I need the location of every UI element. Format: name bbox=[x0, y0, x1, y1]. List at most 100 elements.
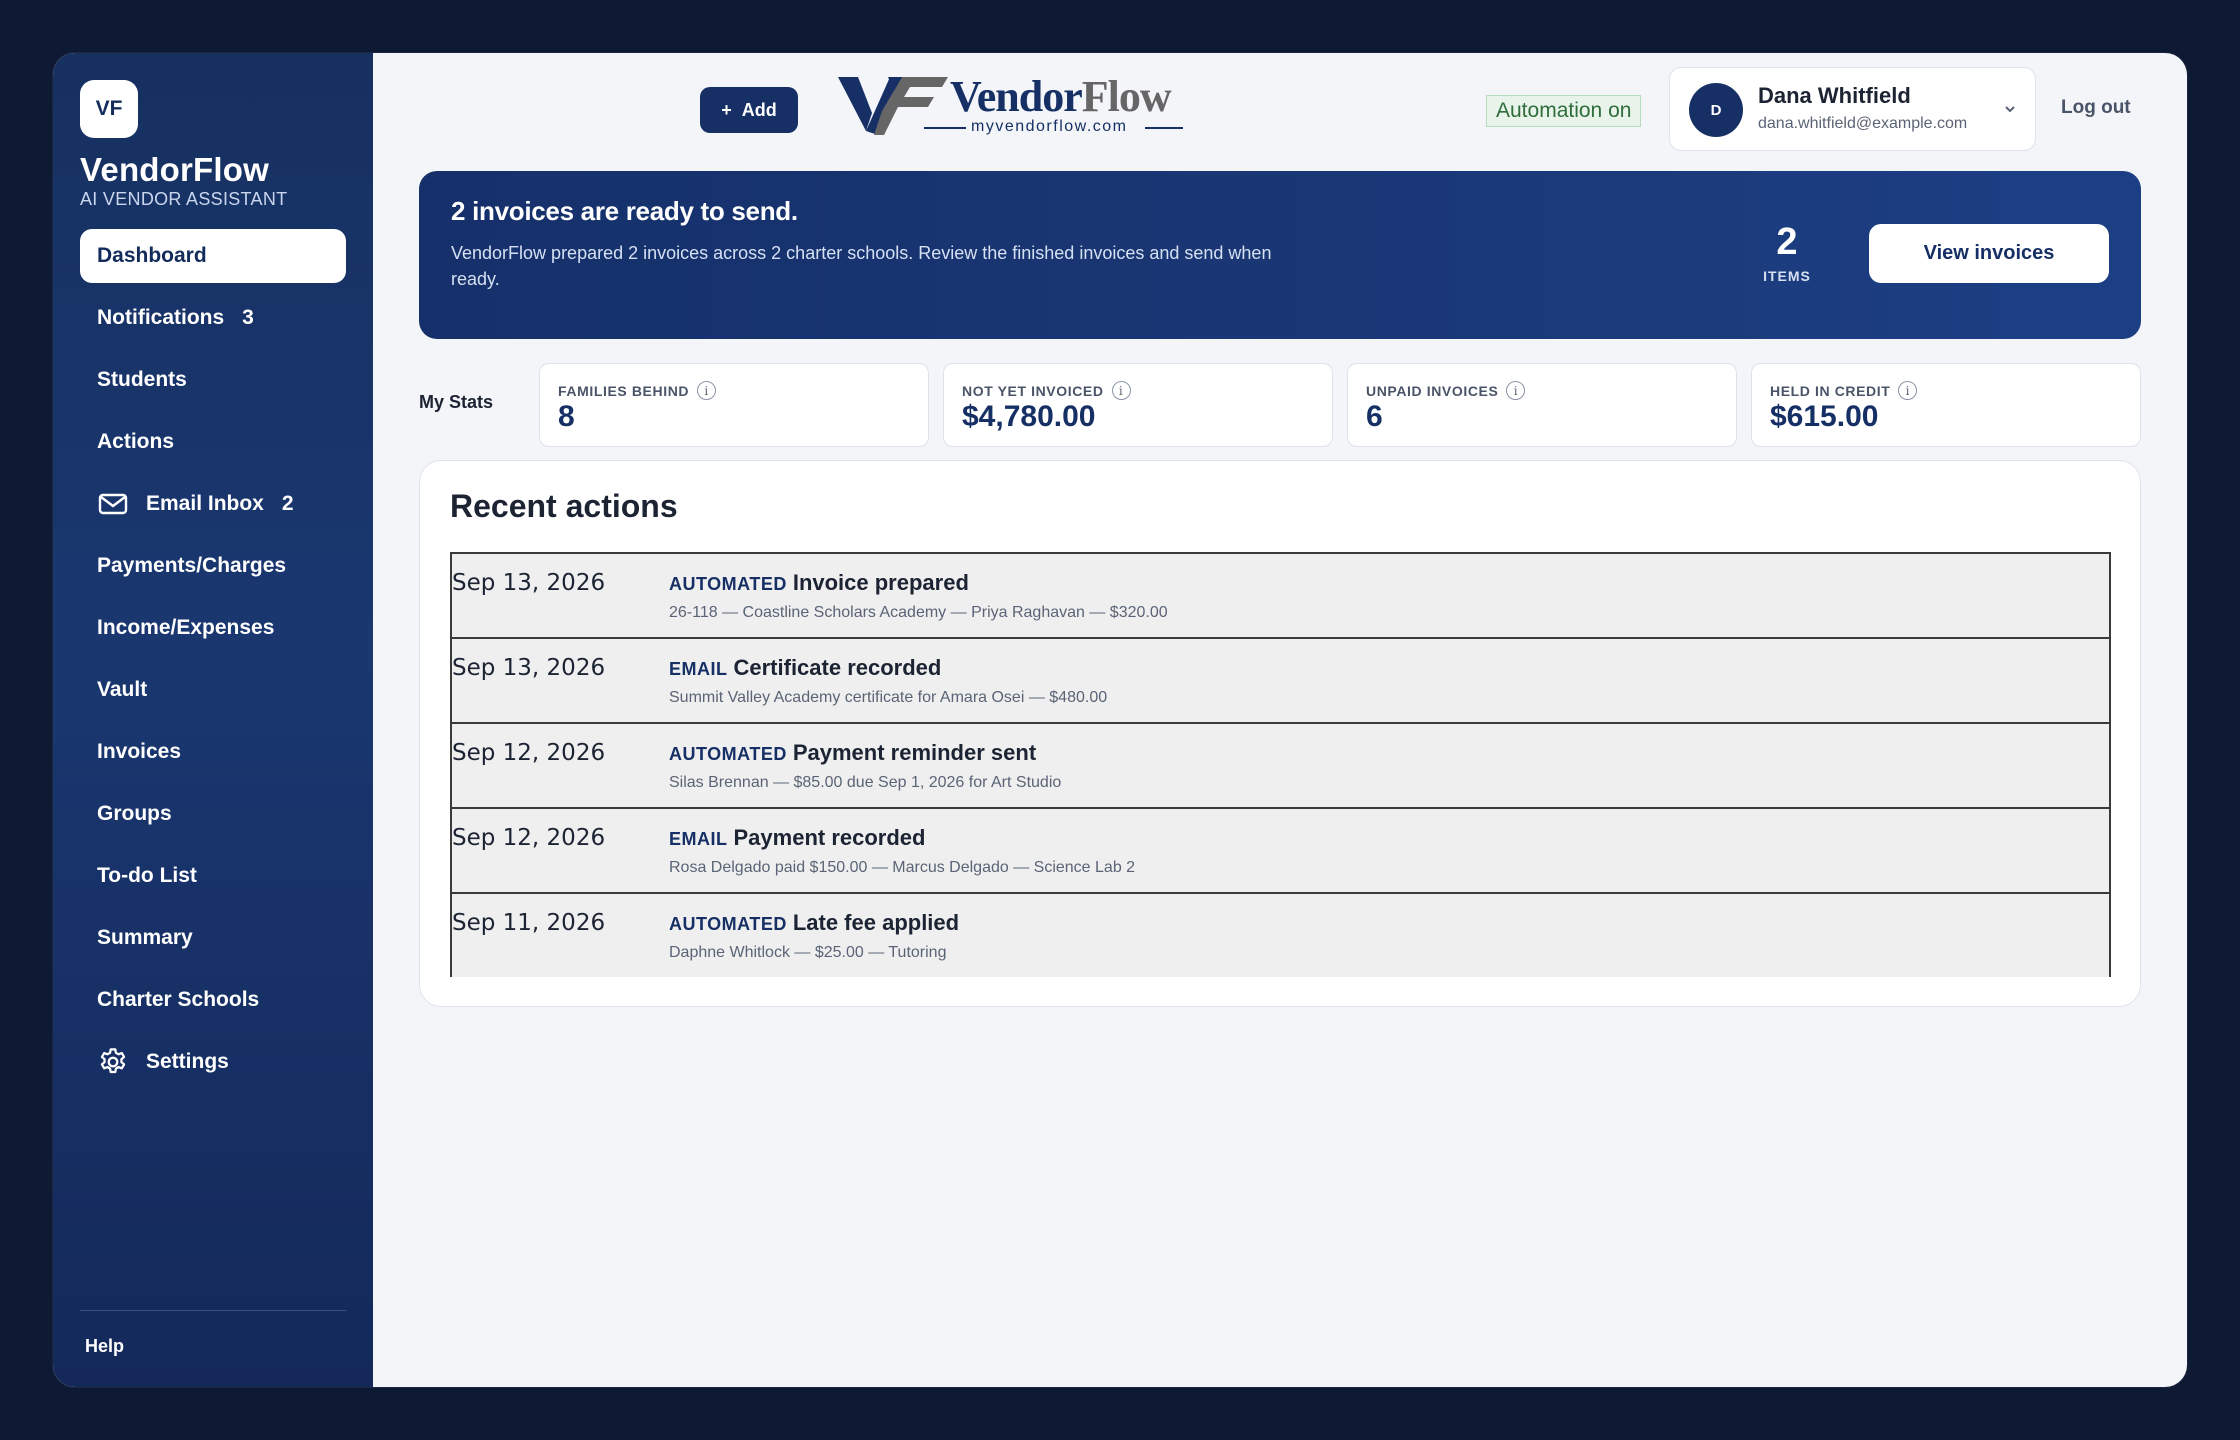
stat-label: FAMILIES BEHIND bbox=[558, 382, 690, 399]
sidebar-item-label: Dashboard bbox=[97, 244, 207, 267]
table-row[interactable]: Sep 11, 2026 AUTOMATED Late fee applied D… bbox=[452, 894, 2109, 977]
table-row[interactable]: Sep 13, 2026 AUTOMATED Invoice prepared 2… bbox=[452, 554, 2109, 639]
row-detail: Daphne Whitlock — $25.00 — Tutoring bbox=[669, 944, 947, 961]
sidebar-item-label: Students bbox=[97, 368, 187, 391]
row-tag: EMAIL bbox=[669, 829, 728, 849]
recent-actions-panel: Recent actions Sep 13, 2026 AUTOMATED Inv… bbox=[419, 460, 2141, 1007]
sidebar-item-todo-list[interactable]: To-do List bbox=[80, 849, 346, 903]
main-content: + Add VendorFlow myvendorflow.com Automa… bbox=[373, 53, 2187, 1387]
user-name: Dana Whitfield bbox=[1758, 83, 1911, 108]
banner-count-label: ITEMS bbox=[1763, 268, 1811, 284]
avatar: D bbox=[1689, 83, 1743, 137]
mail-icon bbox=[97, 488, 129, 520]
row-tag: AUTOMATED bbox=[669, 914, 787, 934]
sidebar-item-label: Settings bbox=[146, 1050, 229, 1073]
stat-card-held-in-credit: HELD IN CREDIT i $615.00 bbox=[1751, 363, 2141, 447]
sidebar-item-label: Notifications bbox=[97, 306, 225, 329]
view-invoices-button[interactable]: View invoices bbox=[1869, 224, 2109, 283]
row-tag: EMAIL bbox=[669, 659, 728, 679]
stat-value: 6 bbox=[1366, 400, 1383, 433]
sidebar-item-charter-schools[interactable]: Charter Schools bbox=[80, 973, 346, 1027]
row-title: Payment reminder sent bbox=[792, 740, 1037, 765]
help-link[interactable]: Help bbox=[85, 1336, 124, 1357]
sidebar-item-settings[interactable]: Settings bbox=[80, 1035, 346, 1089]
stat-label: NOT YET INVOICED bbox=[962, 382, 1104, 399]
chevron-down-icon bbox=[2003, 102, 2017, 116]
table-row[interactable]: Sep 12, 2026 AUTOMATED Payment reminder s… bbox=[452, 724, 2109, 809]
recent-actions-title: Recent actions bbox=[450, 488, 678, 524]
sidebar-item-label: Groups bbox=[97, 802, 172, 825]
email-inbox-count: 2 bbox=[281, 492, 294, 515]
sidebar-divider bbox=[80, 1310, 346, 1311]
brand-name: VendorFlow bbox=[80, 151, 270, 188]
stat-value: $4,780.00 bbox=[962, 400, 1096, 433]
logo-badge: VF bbox=[80, 80, 138, 138]
sidebar-item-payments-charges[interactable]: Payments/Charges bbox=[80, 539, 346, 593]
sidebar-item-notifications[interactable]: Notifications 3 bbox=[80, 291, 346, 345]
stat-card-unpaid-invoices: UNPAID INVOICES i 6 bbox=[1347, 363, 1737, 447]
notifications-count: 3 bbox=[242, 306, 254, 329]
sidebar-item-summary[interactable]: Summary bbox=[80, 911, 346, 965]
sidebar-nav: Dashboard Notifications 3 Students Actio… bbox=[80, 229, 346, 1097]
table-row[interactable]: Sep 12, 2026 EMAIL Payment recorded Rosa … bbox=[452, 809, 2109, 894]
logout-button[interactable]: Log out bbox=[2061, 97, 2131, 119]
invoices-ready-banner: 2 invoices are ready to send. VendorFlow… bbox=[419, 171, 2141, 339]
info-icon[interactable]: i bbox=[1506, 381, 1526, 400]
sidebar-item-students[interactable]: Students bbox=[80, 353, 346, 407]
stat-label: HELD IN CREDIT bbox=[1770, 382, 1891, 399]
stat-label: UNPAID INVOICES bbox=[1366, 382, 1499, 399]
gear-icon bbox=[97, 1046, 129, 1078]
sidebar-item-vault[interactable]: Vault bbox=[80, 663, 346, 717]
row-date: Sep 11, 2026 bbox=[452, 910, 606, 936]
sidebar-item-label: Payments/Charges bbox=[97, 554, 287, 577]
info-icon[interactable]: i bbox=[1111, 381, 1131, 400]
row-detail: Summit Valley Academy certificate for Am… bbox=[669, 689, 1108, 706]
plus-icon: + bbox=[721, 99, 732, 120]
sidebar-item-label: Summary bbox=[97, 926, 193, 949]
stat-value: $615.00 bbox=[1770, 400, 1879, 433]
stat-value: 8 bbox=[558, 400, 575, 433]
sidebar-item-label: Vault bbox=[97, 678, 148, 701]
banner-count: 2 bbox=[1776, 221, 1798, 263]
recent-actions-table[interactable]: Sep 13, 2026 AUTOMATED Invoice prepared 2… bbox=[450, 552, 2111, 977]
add-button[interactable]: + Add bbox=[700, 87, 798, 133]
banner-text: VendorFlow prepared 2 invoices across 2 … bbox=[451, 243, 1272, 289]
row-detail: 26-118 — Coastline Scholars Academy — Pr… bbox=[669, 604, 1168, 621]
sidebar-item-label: To-do List bbox=[97, 864, 197, 887]
app-window: VF VendorFlow AI VENDOR ASSISTANT Dashbo… bbox=[53, 53, 2187, 1387]
sidebar-item-label: Email Inbox bbox=[146, 492, 264, 515]
user-email: dana.whitfield@example.com bbox=[1758, 115, 1968, 132]
info-icon[interactable]: i bbox=[1898, 381, 1918, 400]
sidebar-item-label: Income/Expenses bbox=[97, 616, 275, 639]
table-row[interactable]: Sep 13, 2026 EMAIL Certificate recorded S… bbox=[452, 639, 2109, 724]
row-detail: Rosa Delgado paid $150.00 — Marcus Delga… bbox=[669, 859, 1136, 876]
sidebar-item-actions[interactable]: Actions bbox=[80, 415, 346, 469]
row-title: Late fee applied bbox=[792, 910, 960, 935]
row-date: Sep 13, 2026 bbox=[452, 570, 606, 596]
vendorflow-logo[interactable]: VendorFlow myvendorflow.com bbox=[838, 72, 1188, 143]
sidebar-item-groups[interactable]: Groups bbox=[80, 787, 346, 841]
row-date: Sep 12, 2026 bbox=[452, 825, 606, 851]
sidebar-item-invoices[interactable]: Invoices bbox=[80, 725, 346, 779]
sidebar-item-email-inbox[interactable]: Email Inbox 2 bbox=[80, 477, 346, 531]
add-button-label: Add bbox=[741, 99, 777, 120]
user-menu[interactable]: D Dana Whitfield dana.whitfield@example.… bbox=[1669, 67, 2036, 151]
svg-text:VendorFlow: VendorFlow bbox=[950, 73, 1172, 121]
sidebar: VF VendorFlow AI VENDOR ASSISTANT Dashbo… bbox=[53, 53, 373, 1387]
brand-subtitle: AI VENDOR ASSISTANT bbox=[80, 189, 288, 209]
row-tag: AUTOMATED bbox=[669, 574, 787, 594]
logo-url-text: myvendorflow.com bbox=[971, 118, 1128, 135]
stat-card-families-behind: FAMILIES BEHIND i 8 bbox=[539, 363, 929, 447]
row-detail: Silas Brennan — $85.00 due Sep 1, 2026 f… bbox=[669, 774, 1062, 791]
row-date: Sep 13, 2026 bbox=[452, 655, 606, 681]
info-icon[interactable]: i bbox=[697, 381, 717, 400]
sidebar-item-income-expenses[interactable]: Income/Expenses bbox=[80, 601, 346, 655]
automation-status[interactable]: Automation on bbox=[1486, 95, 1642, 127]
stat-card-not-yet-invoiced: NOT YET INVOICED i $4,780.00 bbox=[943, 363, 1333, 447]
banner-title: 2 invoices are ready to send. bbox=[451, 196, 798, 226]
sidebar-item-dashboard[interactable]: Dashboard bbox=[80, 229, 346, 283]
row-date: Sep 12, 2026 bbox=[452, 740, 606, 766]
my-stats-label: My Stats bbox=[419, 392, 494, 412]
row-title: Certificate recorded bbox=[733, 655, 942, 680]
sidebar-item-label: Invoices bbox=[97, 740, 182, 763]
